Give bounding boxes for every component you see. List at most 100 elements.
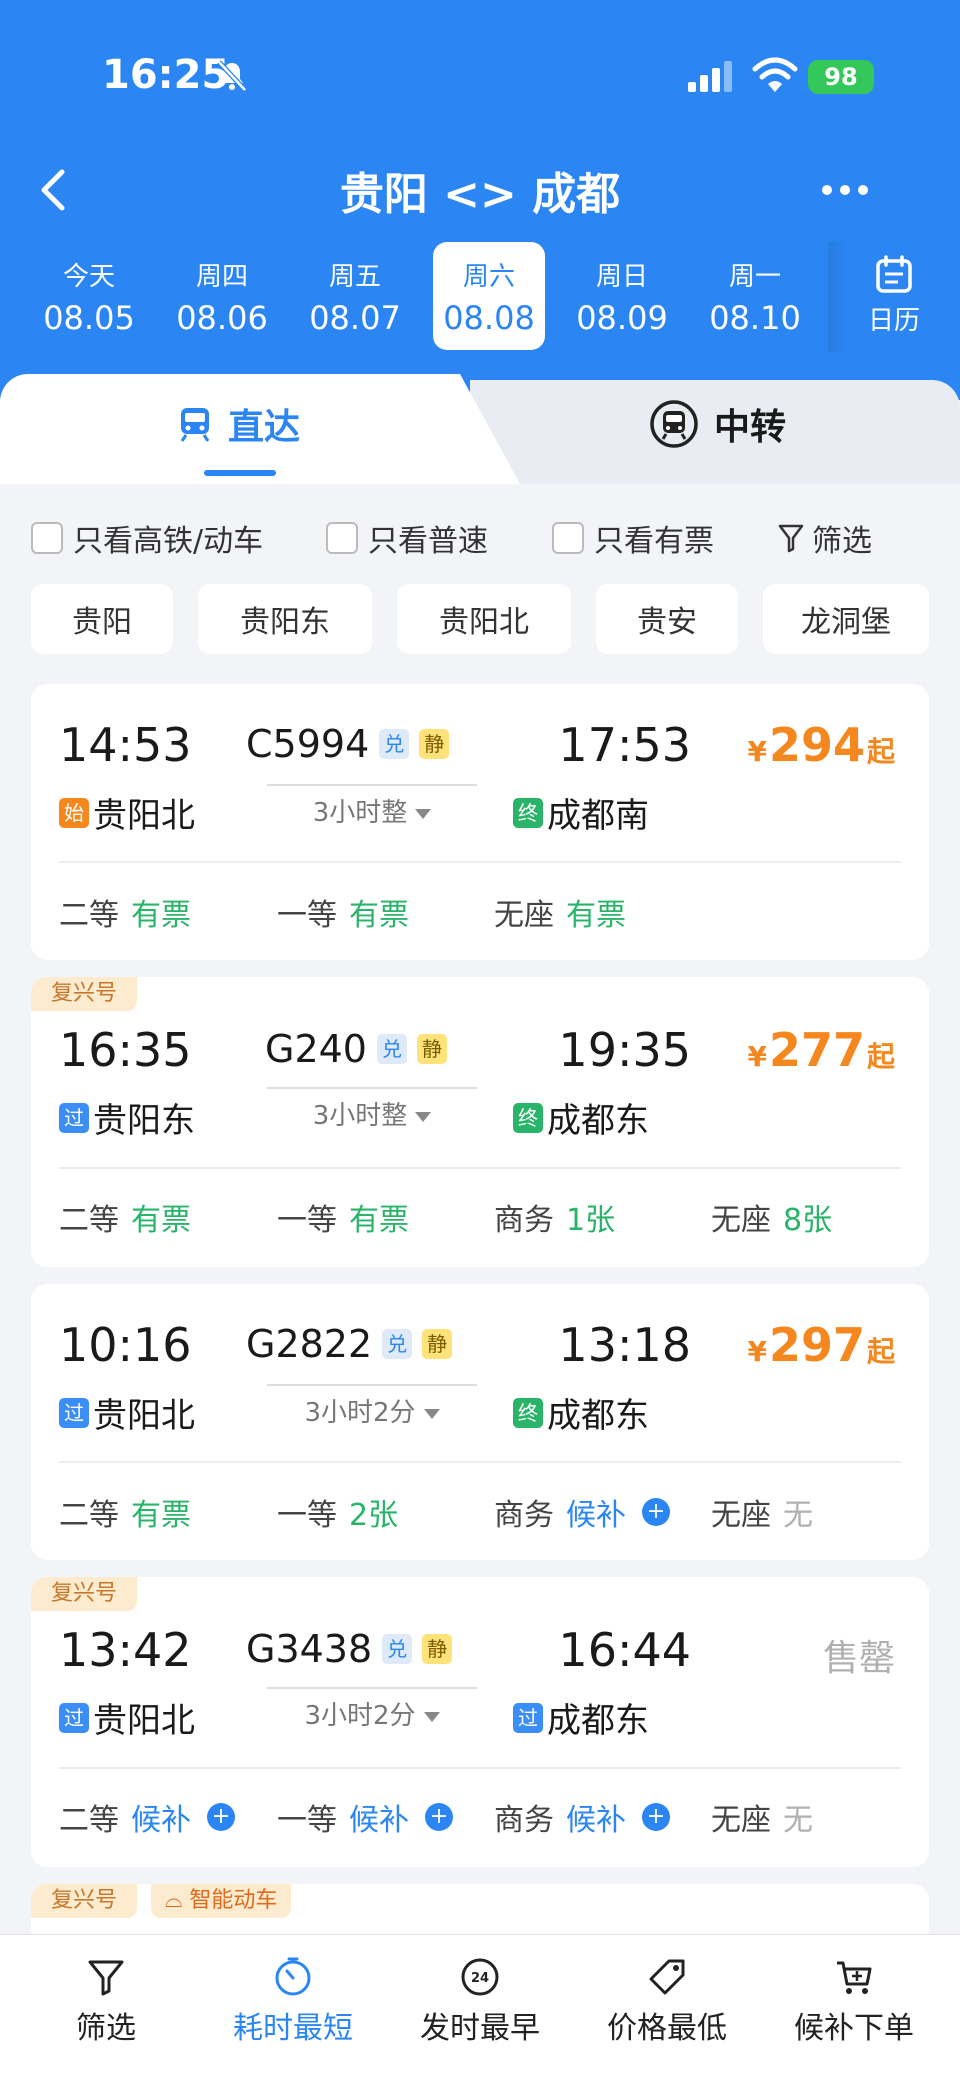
date-item[interactable]: 周五 08.07 [299,242,411,350]
station-chips: 贵阳 贵阳东 贵阳北 贵安 龙洞堡 [0,584,960,656]
sold-out-label: 售罄 [822,1638,895,1679]
seat-class[interactable]: 商务 候补 + [494,1490,670,1534]
train-number: G240 兑 静 [265,1027,447,1071]
filter-youpiao-checkbox[interactable]: 只看有票 [552,516,714,560]
train-card[interactable]: 复兴号 13:42 G3438 兑 静 16:44 3小时2分 过贵阳北 过成都… [31,1577,929,1867]
station-tag: 终 [513,1397,543,1428]
station-chip[interactable]: 贵阳北 [397,584,571,654]
price-tag-icon [649,1959,685,1995]
divider [59,1767,901,1769]
tab-transfer[interactable]: 中转 [648,398,786,450]
bottom-label: 发时最早 [420,2011,540,2046]
station-chip[interactable]: 贵阳东 [198,584,372,654]
exchange-tag: 兑 [379,729,410,759]
battery-indicator: 98 [808,60,874,94]
seat-class[interactable]: 商务 候补 + [494,1795,670,1839]
date-value: 08.05 [43,299,135,337]
filter-icon [88,1960,124,1996]
arrival-time: 16:44 [558,1623,691,1677]
waitlist-order-button[interactable]: 候补下单 [774,1957,934,2047]
seat-class-name: 二等 [59,1203,119,1238]
seat-status: 无 [783,1498,813,1533]
train-number-text: G2822 [246,1322,373,1366]
train-number: C5994 兑 静 [246,722,450,766]
from-station: 过贵阳北 [59,1388,195,1437]
duration[interactable]: 3小时2分 [267,1687,477,1732]
departure-time: 13:42 [59,1623,192,1677]
nav-bar: 贵阳 <> 成都 [0,150,960,230]
price-value: 297 [768,1318,865,1372]
filter-pusu-checkbox[interactable]: 只看普速 [326,516,488,560]
seat-status-waitlist: 候补 [349,1803,409,1838]
seat-class: 无座 8张 [711,1195,832,1239]
header: 16:25 98 贵阳 <> 成都 今天 08.05 周四 08.06 周五 0… [0,0,960,400]
seat-class-name: 无座 [711,1203,771,1238]
seat-status: 有票 [566,898,626,933]
seat-class: 二等 有票 [59,1195,191,1239]
bottom-label: 候补下单 [794,2011,914,2046]
more-icon[interactable] [815,162,875,218]
station-name: 成都南 [547,796,649,836]
duration[interactable]: 3小时整 [267,784,477,829]
filter-icon [778,524,804,553]
dropdown-triangle-icon [423,1408,440,1419]
train-card[interactable]: 复兴号 16:35 G240 兑 静 19:35 3小时整 过贵阳东 终成都东 … [31,977,929,1267]
date-item[interactable]: 周日 08.09 [566,242,678,350]
filter-label: 只看高铁/动车 [73,524,264,559]
signal-icon [688,61,732,92]
seat-class[interactable]: 二等 候补 + [59,1795,235,1839]
from-station: 过贵阳东 [59,1093,195,1142]
divider [59,1461,901,1463]
dropdown-triangle-icon [415,808,432,819]
train-card[interactable]: 14:53 C5994 兑 静 17:53 3小时整 始贵阳北 终成都南 ¥29… [31,684,929,960]
station-chip[interactable]: 贵阳 [31,584,173,654]
bottom-filter-button[interactable]: 筛选 [26,1957,186,2047]
plus-icon: + [642,1498,670,1526]
plus-icon: + [642,1803,670,1831]
date-item[interactable]: 周四 08.06 [166,242,278,350]
seat-class-name: 商务 [494,1203,554,1238]
date-item-selected[interactable]: 周六 08.08 [433,242,545,350]
duration-text: 3小时2分 [304,1701,416,1731]
station-name: 成都东 [547,1101,649,1141]
bottom-toolbar: 筛选 耗时最短 24 发时最早 价格最低 候补下单 [0,1934,960,2087]
seat-status: 1张 [566,1203,616,1238]
filter-button[interactable]: 筛选 [778,516,872,560]
seat-class-name: 一等 [277,1498,337,1533]
date-item[interactable]: 今天 08.05 [33,242,145,350]
train-number-text: G3438 [246,1627,373,1671]
seat-class-name: 一等 [277,1803,337,1838]
filter-gaotie-checkbox[interactable]: 只看高铁/动车 [31,516,263,560]
station-tag: 过 [59,1702,89,1733]
station-chip[interactable]: 贵安 [596,584,738,654]
checkbox-box [326,522,358,554]
clock-24-icon: 24 [461,1958,499,1996]
seat-status-waitlist: 候补 [131,1803,191,1838]
svg-text:24: 24 [471,1971,489,1986]
seat-class[interactable]: 一等 候补 + [277,1795,453,1839]
calendar-button[interactable]: 日历 [828,242,960,352]
duration[interactable]: 3小时整 [267,1087,477,1132]
date-value: 08.09 [576,299,668,337]
price-suffix: 起 [866,1335,895,1368]
plus-icon: + [425,1803,453,1831]
sort-earliest-button[interactable]: 24 发时最早 [400,1957,560,2047]
train-card[interactable]: 10:16 G2822 兑 静 13:18 3小时2分 过贵阳北 终成都东 ¥2… [31,1284,929,1560]
seat-class: 无座无 [711,1795,813,1839]
tab-direct[interactable]: 直达 [176,398,300,450]
seat-class: 商务 1张 [494,1195,615,1239]
to-station: 终成都东 [513,1388,649,1437]
currency-symbol: ¥ [747,1040,767,1073]
station-chip[interactable]: 龙洞堡 [763,584,929,654]
duration[interactable]: 3小时2分 [267,1384,477,1429]
sort-shortest-button[interactable]: 耗时最短 [213,1957,373,2047]
calendar-label: 日历 [867,306,920,336]
from-station: 始贵阳北 [59,788,195,837]
seat-class-name: 无座 [711,1803,771,1838]
plus-icon: + [207,1803,235,1831]
quiet-tag: 静 [419,729,450,759]
seat-status: 有票 [131,898,191,933]
sort-cheapest-button[interactable]: 价格最低 [587,1957,747,2047]
duration-text: 3小时2分 [304,1398,416,1428]
date-item[interactable]: 周一 08.10 [699,242,811,350]
